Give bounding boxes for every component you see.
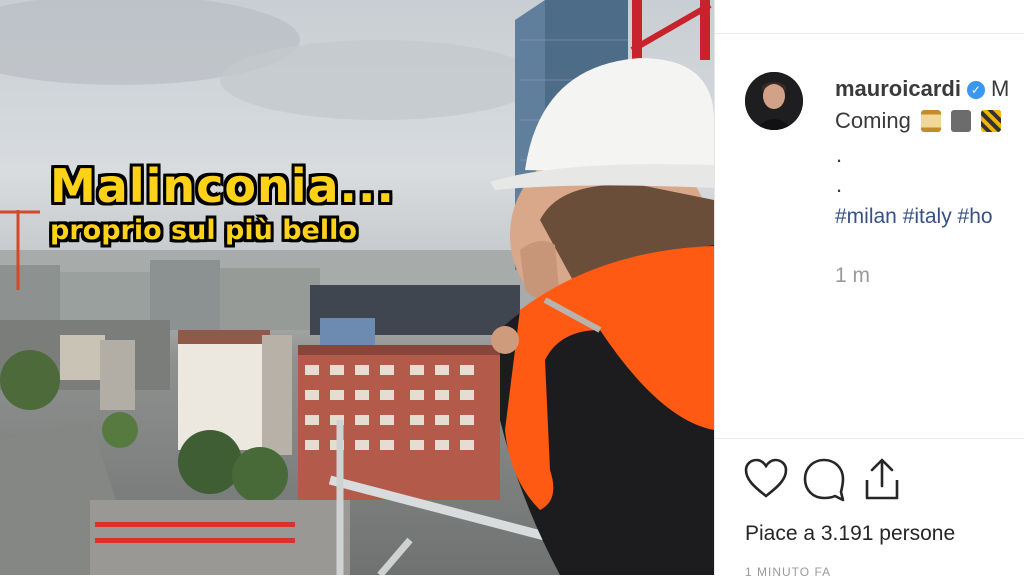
caption-text: Coming — [835, 108, 911, 133]
construction-emoji-icon — [981, 110, 1002, 132]
verified-badge-icon: ✓ — [966, 81, 985, 99]
caption-subline: proprio sul più bello — [50, 215, 357, 246]
post-timestamp: 1 MINUTO FA — [745, 565, 832, 579]
comment-icon[interactable] — [801, 456, 847, 502]
username-tail: M — [990, 76, 1010, 101]
caption-headline: Malinconia... — [50, 159, 395, 213]
post-author: mauroicardi ✓ M — [835, 76, 1009, 102]
post-caption: Coming — [835, 108, 1002, 134]
post-details-panel: mauroicardi ✓ M Coming . . #milan #italy #… — [714, 0, 1024, 579]
avatar-image — [745, 72, 803, 130]
likes-count[interactable]: Piace a 3.191 persone — [745, 522, 955, 546]
username-link[interactable]: mauroicardi — [835, 76, 961, 101]
city-rooftop-illustration — [0, 0, 714, 575]
heart-icon[interactable] — [743, 456, 789, 502]
hourglass-emoji-icon — [920, 110, 941, 132]
hashtags[interactable]: #milan #italy #ho — [835, 205, 993, 229]
factory-emoji-icon — [951, 110, 972, 132]
comment-time: 1 m — [835, 264, 871, 287]
divider — [715, 33, 1024, 34]
caption-dot: . — [836, 172, 843, 197]
divider — [715, 438, 1024, 439]
caption-dot: . — [836, 142, 843, 167]
share-icon[interactable] — [859, 456, 905, 502]
meme-caption: Malinconia... proprio sul più bello — [50, 163, 395, 244]
post-photo[interactable]: Malinconia... proprio sul più bello — [0, 0, 714, 575]
avatar[interactable] — [745, 72, 803, 130]
